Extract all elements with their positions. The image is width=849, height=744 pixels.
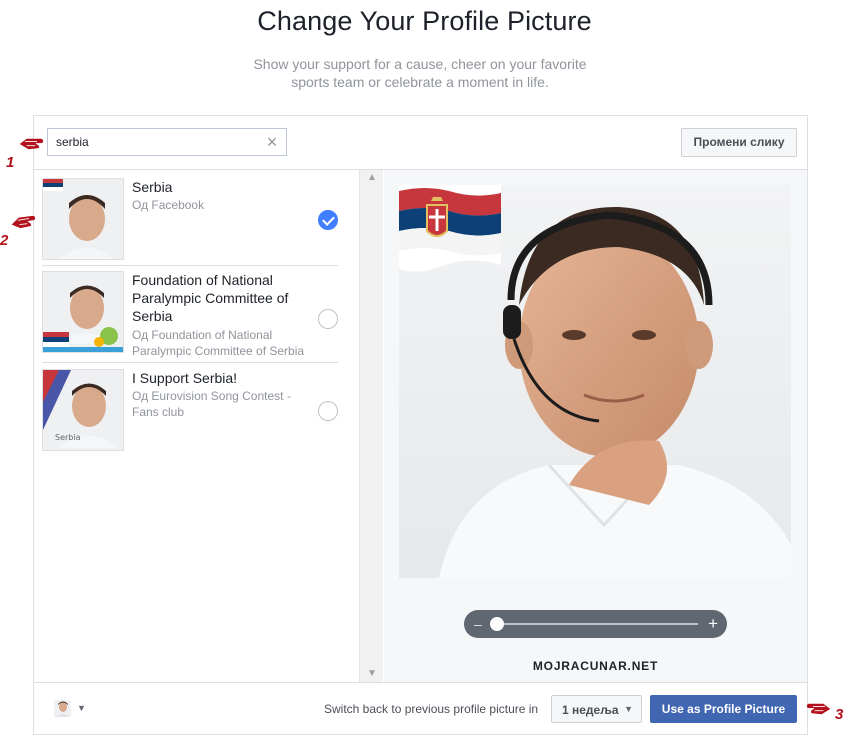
zoom-track bbox=[494, 623, 698, 625]
pointing-hand-icon bbox=[11, 215, 36, 229]
zoom-in-icon[interactable]: + bbox=[708, 615, 718, 632]
profile-preview-image bbox=[399, 185, 791, 578]
pointing-hand-icon bbox=[19, 138, 44, 150]
frame-select-radio[interactable] bbox=[318, 401, 338, 421]
frame-title: Serbia bbox=[132, 179, 173, 195]
profile-frame-dialog: serbia × Промени слику Serbia Од Faceboo… bbox=[33, 115, 808, 735]
zoom-slider[interactable]: – + bbox=[464, 610, 727, 638]
zoom-handle[interactable] bbox=[490, 617, 504, 631]
frame-list: Serbia Од Facebook Foundation of Nationa… bbox=[34, 170, 383, 682]
duration-dropdown[interactable]: 1 недеља ▼ bbox=[551, 695, 642, 723]
annotation-marker-3: 3 bbox=[806, 697, 849, 727]
dialog-topbar: serbia × Промени слику bbox=[34, 116, 807, 170]
annotation-number: 1 bbox=[6, 154, 15, 171]
frame-select-radio[interactable] bbox=[318, 309, 338, 329]
zoom-out-icon[interactable]: – bbox=[474, 616, 482, 632]
annotation-number: 3 bbox=[835, 706, 844, 723]
annotation-marker-1: 1 bbox=[6, 132, 46, 174]
list-item[interactable]: Serbia I Support Serbia! Од Eurovision S… bbox=[34, 369, 340, 454]
search-value[interactable]: serbia bbox=[56, 135, 89, 149]
pointing-hand-icon bbox=[806, 703, 831, 715]
use-as-profile-picture-button[interactable]: Use as Profile Picture bbox=[650, 695, 797, 723]
avatar bbox=[54, 700, 71, 717]
frame-select-radio[interactable] bbox=[318, 210, 338, 230]
annotation-number: 2 bbox=[0, 232, 9, 249]
frame-thumbnail bbox=[42, 271, 124, 353]
svg-text:Serbia: Serbia bbox=[55, 433, 81, 442]
list-item[interactable]: Serbia Од Facebook bbox=[34, 178, 340, 263]
annotation-marker-2: 2 bbox=[0, 210, 40, 254]
scroll-down-icon[interactable]: ▼ bbox=[364, 668, 380, 680]
frame-thumbnail bbox=[42, 178, 124, 260]
list-scrollbar[interactable]: ▲ ▼ bbox=[359, 170, 383, 682]
list-divider bbox=[42, 265, 338, 266]
frame-title: I Support Serbia! bbox=[132, 370, 238, 386]
clear-icon[interactable]: × bbox=[262, 132, 282, 152]
change-picture-button[interactable]: Промени слику bbox=[681, 128, 797, 157]
preview-panel: – + MOJRACUNAR.NET bbox=[384, 170, 807, 682]
frame-source: Од Foundation of National Paralympic Com… bbox=[132, 328, 305, 358]
chevron-down-icon: ▼ bbox=[77, 703, 86, 713]
chevron-down-icon: ▼ bbox=[624, 704, 633, 714]
switch-back-label: Switch back to previous profile picture … bbox=[324, 702, 539, 716]
page-title: Change Your Profile Picture bbox=[257, 6, 592, 36]
frame-title: Foundation of National Paralympic Commit… bbox=[132, 272, 289, 324]
duration-value: 1 недеља bbox=[562, 703, 619, 717]
scroll-up-icon[interactable]: ▲ bbox=[364, 172, 380, 184]
posting-as-selector[interactable]: ▼ bbox=[54, 700, 90, 718]
frame-source: Од Facebook bbox=[132, 198, 205, 212]
frame-thumbnail: Serbia bbox=[42, 369, 124, 451]
page-subtitle: Show your support for a cause, cheer on … bbox=[253, 56, 587, 90]
dialog-footer: ▼ Switch back to previous profile pictur… bbox=[34, 682, 807, 734]
frame-source: Од Eurovision Song Contest - Fans club bbox=[132, 389, 291, 419]
list-divider bbox=[42, 362, 338, 363]
list-item[interactable]: Foundation of National Paralympic Commit… bbox=[34, 271, 340, 358]
search-input[interactable]: serbia × bbox=[47, 128, 287, 156]
watermark-text: MOJRACUNAR.NET bbox=[532, 659, 659, 673]
